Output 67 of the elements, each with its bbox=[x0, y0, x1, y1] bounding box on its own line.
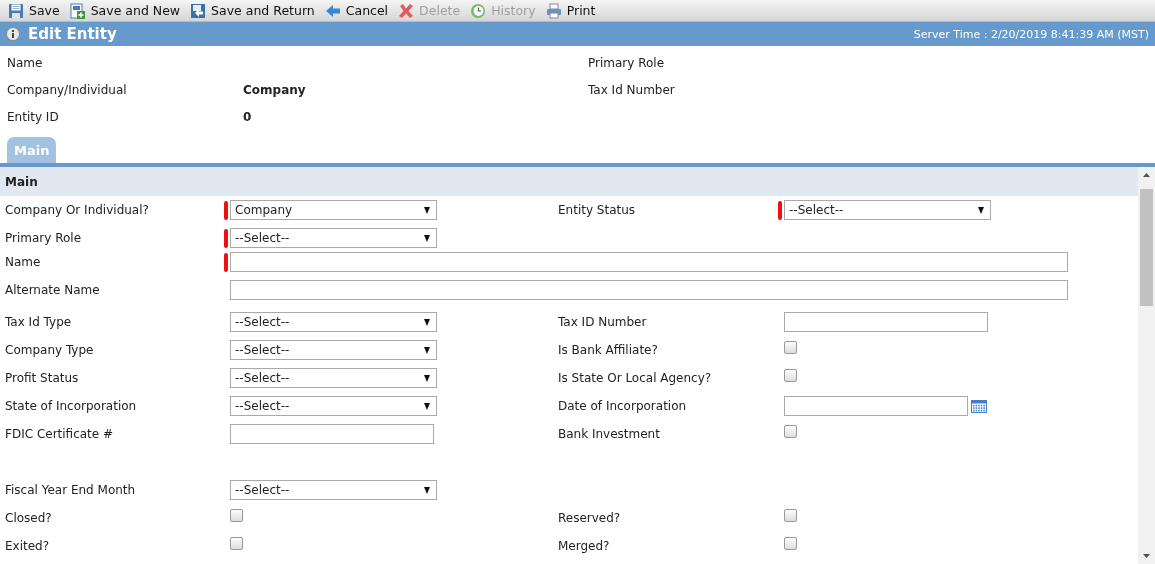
checkbox[interactable] bbox=[230, 536, 243, 550]
field-label: Tax Id Type bbox=[5, 315, 73, 329]
dropdown[interactable]: --Select-- bbox=[230, 480, 437, 500]
toolbar-button[interactable]: Save bbox=[4, 0, 64, 21]
field-value: Company bbox=[243, 82, 307, 97]
toolbar-button[interactable]: Save and New bbox=[65, 0, 185, 21]
field-label: Tax ID Number bbox=[558, 315, 648, 329]
checkbox[interactable] bbox=[784, 536, 797, 550]
dropdown[interactable]: --Select-- bbox=[230, 228, 437, 248]
document-plus-icon bbox=[69, 2, 86, 19]
info-icon bbox=[6, 27, 20, 41]
left-arrow-icon bbox=[324, 2, 341, 19]
field-label: Merged? bbox=[558, 539, 611, 553]
server-time: Server Time : 2/20/2019 8:41:39 AM (MST) bbox=[913, 27, 1149, 41]
toolbar-button[interactable]: Save and Return bbox=[186, 0, 319, 21]
field-label: Exited? bbox=[5, 539, 51, 553]
clock-icon bbox=[470, 2, 487, 19]
field-label: Name bbox=[5, 255, 42, 269]
field-label: Is Bank Affiliate? bbox=[558, 343, 659, 357]
checkbox[interactable] bbox=[784, 508, 797, 522]
dropdown[interactable]: --Select-- bbox=[230, 368, 437, 388]
input-field[interactable] bbox=[230, 280, 1068, 300]
field-label: Reserved? bbox=[558, 511, 622, 525]
field-label: State of Incorporation bbox=[5, 399, 138, 413]
calendar-icon[interactable] bbox=[971, 399, 987, 413]
scroll-up-icon[interactable] bbox=[1143, 173, 1150, 177]
dropdown[interactable]: --Select-- bbox=[230, 340, 437, 360]
field-label: Entity Status bbox=[558, 203, 637, 217]
dropdown[interactable]: Company bbox=[230, 200, 437, 220]
field-label: FDIC Certificate # bbox=[5, 427, 115, 441]
field-label: Primary Role bbox=[5, 231, 83, 245]
field-label: Company Or Individual? bbox=[5, 203, 150, 217]
dropdown[interactable]: --Select-- bbox=[230, 396, 437, 416]
input-field[interactable] bbox=[784, 312, 988, 332]
field-label: Profit Status bbox=[5, 371, 80, 385]
field-label: Name bbox=[6, 55, 44, 70]
input-field[interactable] bbox=[230, 424, 434, 444]
floppy-icon bbox=[8, 2, 24, 19]
scrollbar[interactable] bbox=[1138, 167, 1155, 564]
field-label: Date of Incorporation bbox=[558, 399, 688, 413]
field-label: Is State Or Local Agency? bbox=[558, 371, 713, 385]
scrollbar-thumb[interactable] bbox=[1140, 189, 1153, 306]
field-label: Company/Individual bbox=[6, 82, 128, 97]
checkbox[interactable] bbox=[784, 340, 797, 354]
page-title: Edit Entity bbox=[28, 25, 117, 43]
field-label: Primary Role bbox=[587, 55, 666, 70]
field-label: Tax Id Number bbox=[587, 82, 676, 97]
field-label: Bank Investment bbox=[558, 427, 661, 441]
checkbox[interactable] bbox=[230, 508, 243, 522]
field-label: Alternate Name bbox=[5, 283, 101, 297]
dropdown[interactable]: --Select-- bbox=[784, 200, 991, 220]
field-value: 0 bbox=[243, 109, 253, 124]
field-label: Closed? bbox=[5, 511, 53, 525]
field-label: Fiscal Year End Month bbox=[5, 483, 137, 497]
printer-icon bbox=[545, 2, 562, 19]
checkbox[interactable] bbox=[784, 368, 797, 382]
toolbar-button[interactable]: Print bbox=[541, 0, 600, 21]
x-icon bbox=[398, 2, 415, 19]
section-header: Main bbox=[0, 167, 1138, 196]
checkbox[interactable] bbox=[784, 424, 797, 438]
field-label: Company Type bbox=[5, 343, 95, 357]
dropdown[interactable]: --Select-- bbox=[230, 312, 437, 332]
date-field[interactable] bbox=[784, 396, 968, 416]
scroll-down-icon[interactable] bbox=[1143, 554, 1150, 558]
input-field[interactable] bbox=[230, 252, 1068, 272]
toolbar-button[interactable]: Cancel bbox=[320, 0, 393, 21]
field-label: Entity ID bbox=[6, 109, 60, 124]
